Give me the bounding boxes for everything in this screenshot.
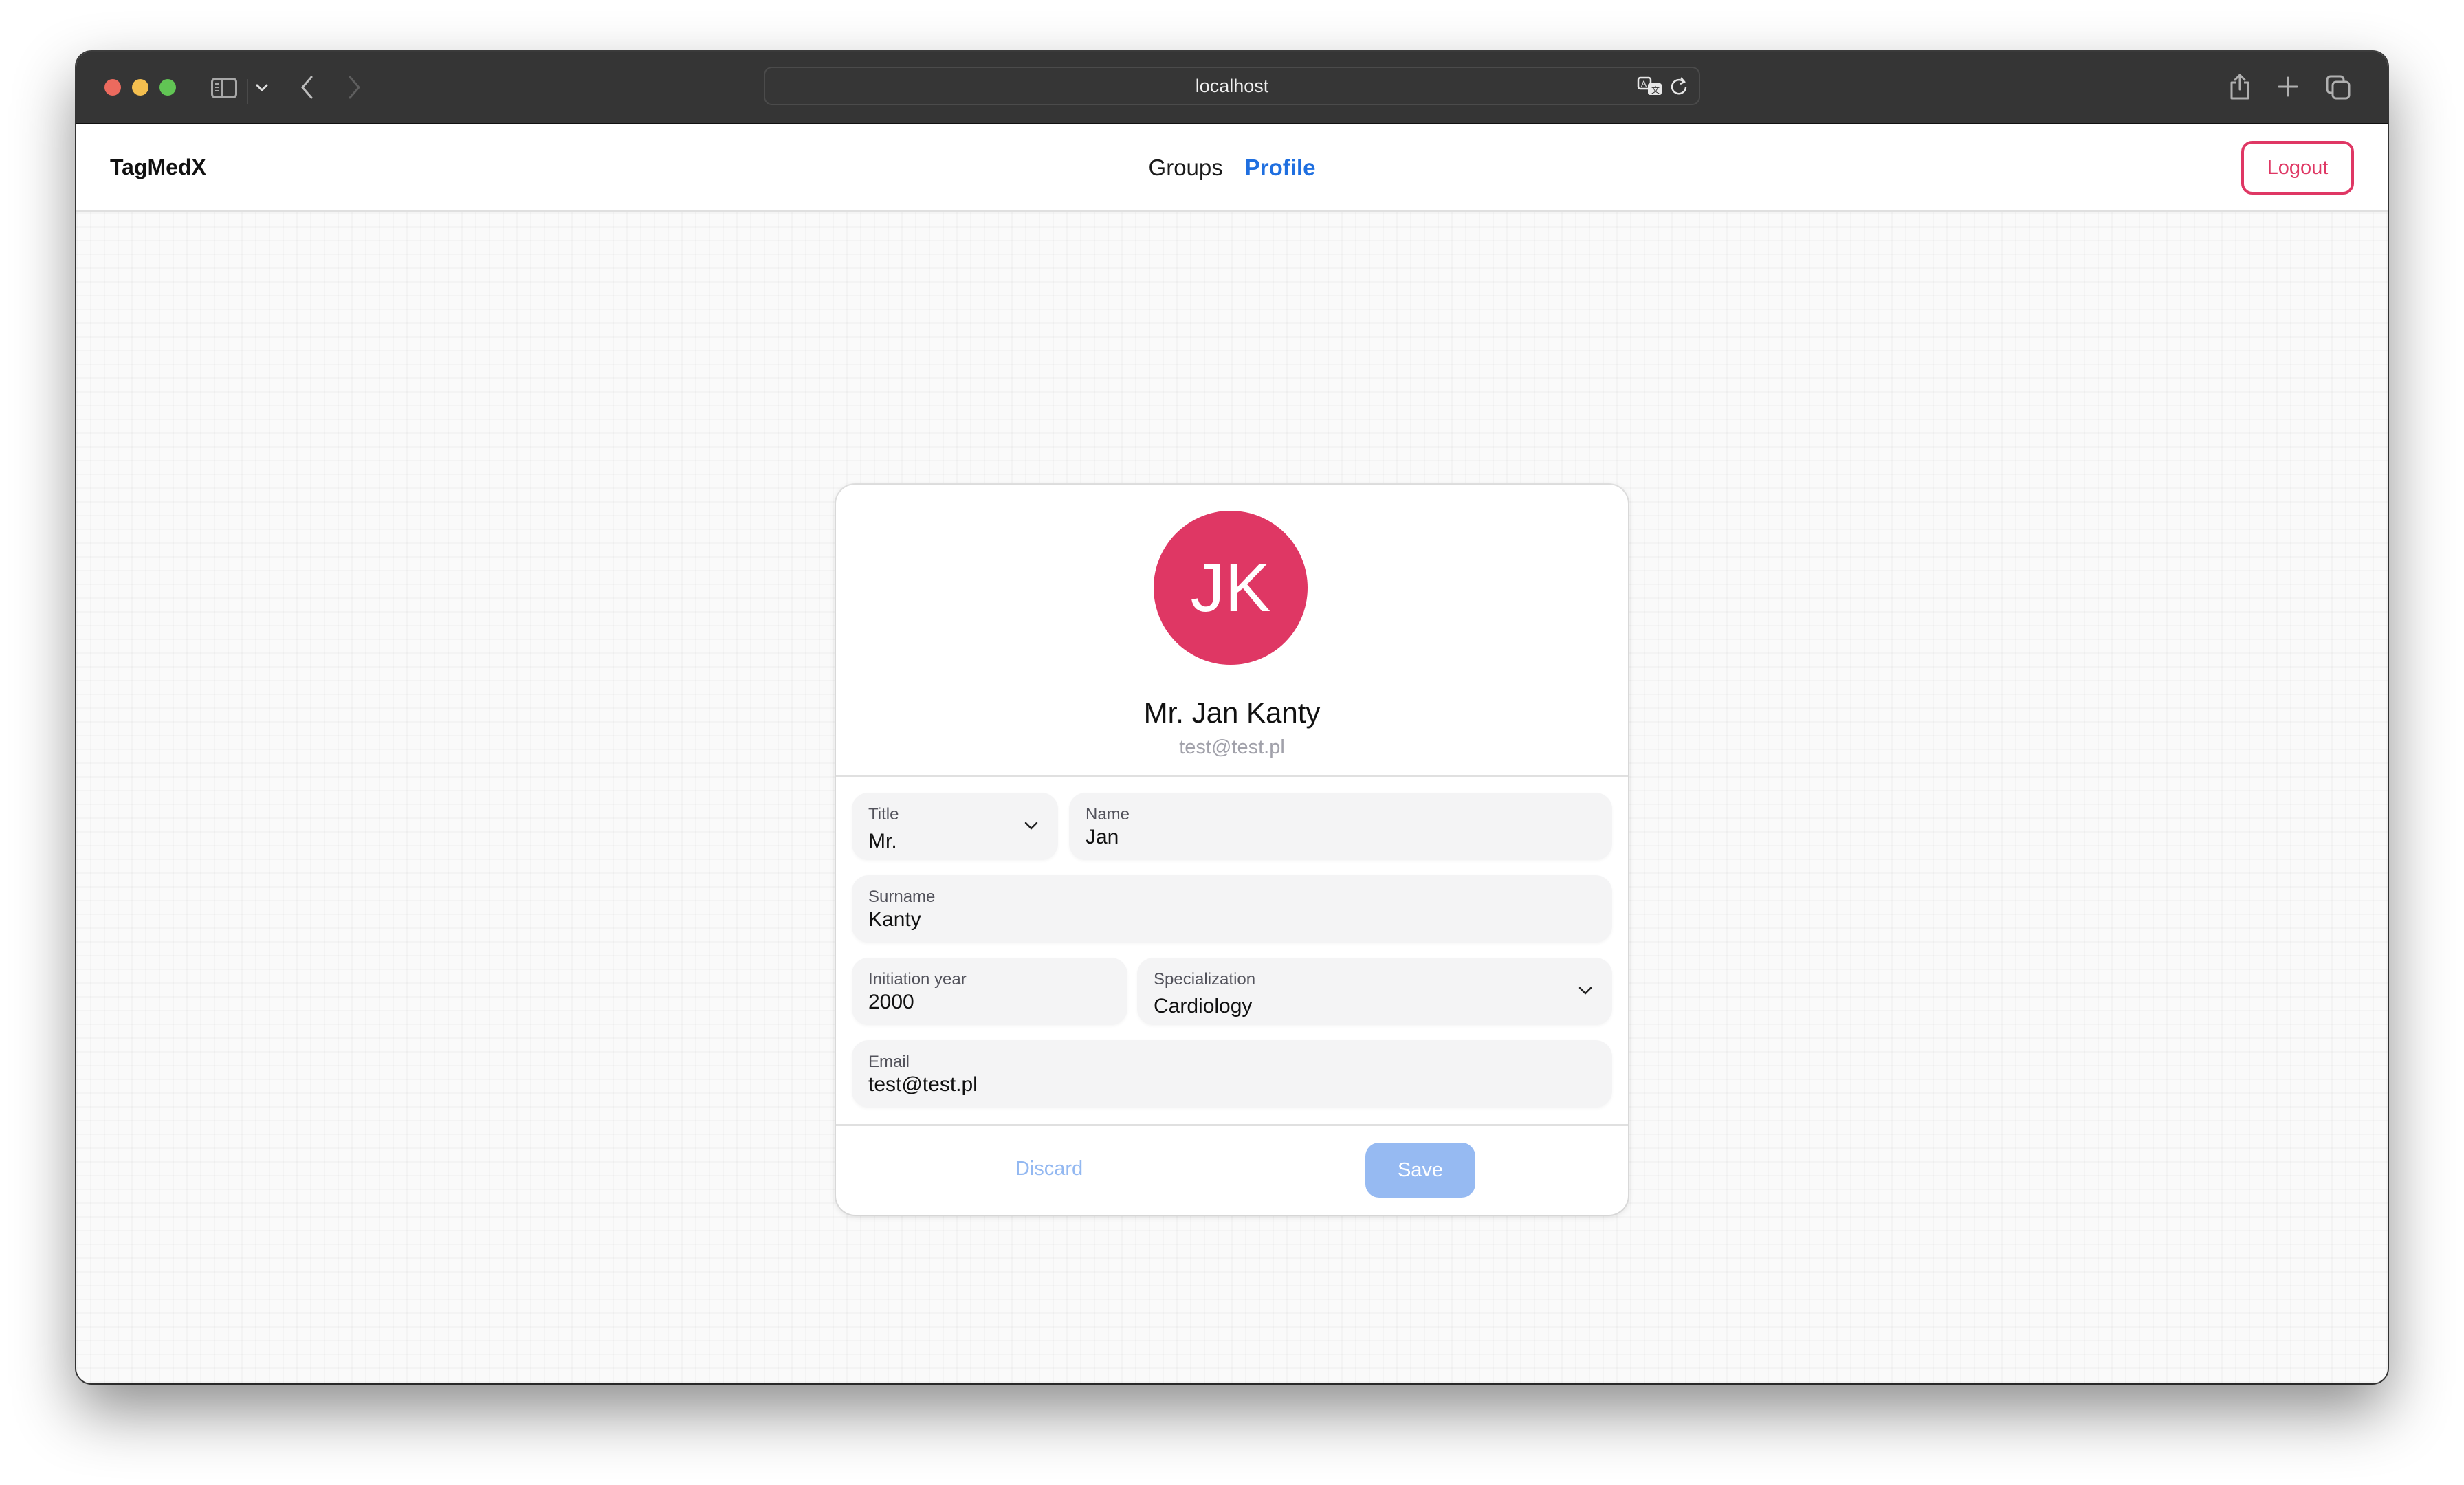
profile-card: JK Mr. Jan Kanty test@test.pl Title Mr. … <box>836 485 1628 1215</box>
profile-email: test@test.pl <box>1179 736 1285 758</box>
close-window-button[interactable] <box>104 79 121 96</box>
surname-label: Surname <box>868 888 936 906</box>
svg-text:A: A <box>1641 79 1647 89</box>
profile-form: Title Mr. Name Jan Surname Kanty Initiat… <box>836 777 1628 1126</box>
forward-icon[interactable] <box>344 74 365 101</box>
main-content: JK Mr. Jan Kanty test@test.pl Title Mr. … <box>76 212 2388 1383</box>
specialization-value: Cardiology <box>1154 995 1253 1018</box>
nav-links: Groups Profile <box>76 155 2388 181</box>
nav-link-profile[interactable]: Profile <box>1245 155 1316 181</box>
translate-icon[interactable]: A 文 <box>1637 76 1664 97</box>
initiation-year-field[interactable]: Initiation year 2000 <box>852 958 1128 1025</box>
initiation-year-label: Initiation year <box>868 970 967 989</box>
minimize-window-button[interactable] <box>132 79 148 96</box>
share-icon[interactable] <box>2228 72 2252 101</box>
email-field[interactable]: Email test@test.pl <box>852 1040 1612 1108</box>
surname-field[interactable]: Surname Kanty <box>852 875 1612 943</box>
reload-icon[interactable] <box>1670 76 1689 97</box>
address-bar[interactable]: localhost A 文 <box>764 67 1700 105</box>
email-label: Email <box>868 1053 910 1071</box>
save-button[interactable]: Save <box>1365 1143 1475 1198</box>
svg-text:文: 文 <box>1651 85 1660 95</box>
chevron-down-icon <box>1578 984 1593 998</box>
browser-toolbar: localhost A 文 <box>76 52 2388 124</box>
logout-button[interactable]: Logout <box>2241 141 2354 195</box>
name-field[interactable]: Name Jan <box>1069 793 1612 860</box>
browser-window: localhost A 文 TagMedX Groups Profile Log… <box>76 52 2388 1383</box>
zoom-window-button[interactable] <box>160 79 176 96</box>
title-label: Title <box>868 805 899 824</box>
form-actions: Discard Save <box>836 1126 1628 1213</box>
avatar: JK <box>1154 511 1308 665</box>
toolbar-divider <box>247 79 248 104</box>
profile-header: JK Mr. Jan Kanty test@test.pl <box>836 485 1628 777</box>
new-tab-icon[interactable] <box>2276 74 2300 100</box>
surname-value: Kanty <box>868 908 921 931</box>
sidebar-icon[interactable] <box>211 78 237 98</box>
title-select[interactable]: Title Mr. <box>852 793 1058 860</box>
email-value: test@test.pl <box>868 1073 978 1096</box>
name-value: Jan <box>1086 826 1119 848</box>
chevron-down-icon <box>1024 819 1039 833</box>
app-navbar: TagMedX Groups Profile Logout <box>76 124 2388 212</box>
chevron-down-icon[interactable] <box>254 78 270 98</box>
nav-link-groups[interactable]: Groups <box>1149 155 1223 181</box>
initiation-year-value: 2000 <box>868 991 914 1013</box>
back-icon[interactable] <box>296 74 317 101</box>
specialization-select[interactable]: Specialization Cardiology <box>1137 958 1612 1025</box>
name-label: Name <box>1086 805 1130 824</box>
tab-overview-icon[interactable] <box>2324 74 2352 101</box>
discard-button[interactable]: Discard <box>987 1141 1111 1196</box>
title-value: Mr. <box>868 830 897 852</box>
specialization-label: Specialization <box>1154 970 1256 989</box>
profile-full-name: Mr. Jan Kanty <box>1143 696 1321 729</box>
url-text: localhost <box>1195 75 1269 96</box>
